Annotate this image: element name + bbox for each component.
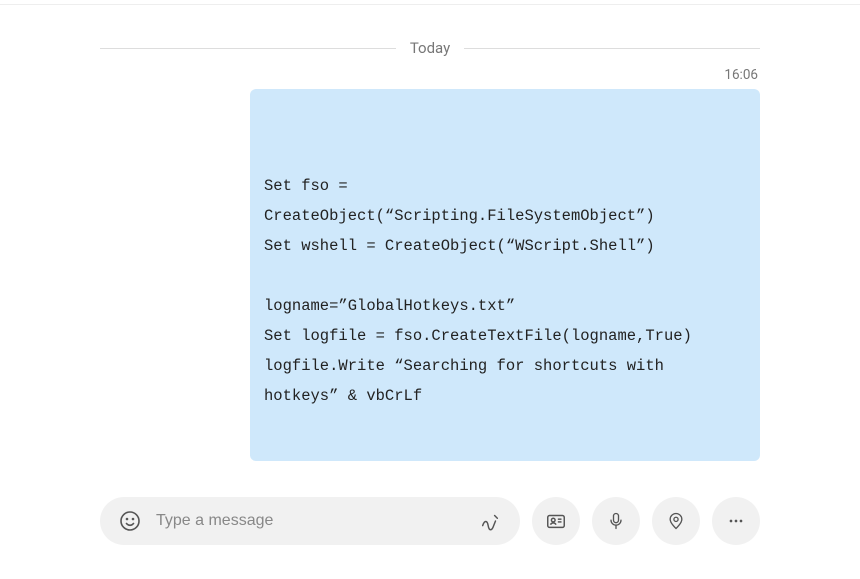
composer: [0, 497, 860, 579]
contact-card-button[interactable]: [532, 497, 580, 545]
microphone-icon: [606, 511, 626, 531]
location-pin-icon: [666, 511, 686, 531]
message-input[interactable]: [156, 512, 464, 530]
more-horizontal-icon: [726, 511, 746, 531]
message-input-container[interactable]: [100, 497, 520, 545]
chat-area: Today 16:06 Set fso = CreateObject(“Scri…: [0, 5, 860, 497]
emoji-icon[interactable]: [118, 509, 142, 533]
separator-line-right: [464, 48, 760, 49]
contact-card-icon: [545, 510, 567, 532]
message-bubble[interactable]: Set fso = CreateObject(“Scripting.FileSy…: [250, 89, 760, 461]
handwriting-icon[interactable]: [478, 509, 502, 533]
date-label: Today: [396, 39, 464, 57]
message-row: 16:06 Set fso = CreateObject(“Scripting.…: [100, 67, 760, 461]
message-timestamp: 16:06: [724, 67, 760, 83]
date-separator: Today: [100, 39, 760, 57]
separator-line-left: [100, 48, 396, 49]
more-options-button[interactable]: [712, 497, 760, 545]
location-button[interactable]: [652, 497, 700, 545]
microphone-button[interactable]: [592, 497, 640, 545]
